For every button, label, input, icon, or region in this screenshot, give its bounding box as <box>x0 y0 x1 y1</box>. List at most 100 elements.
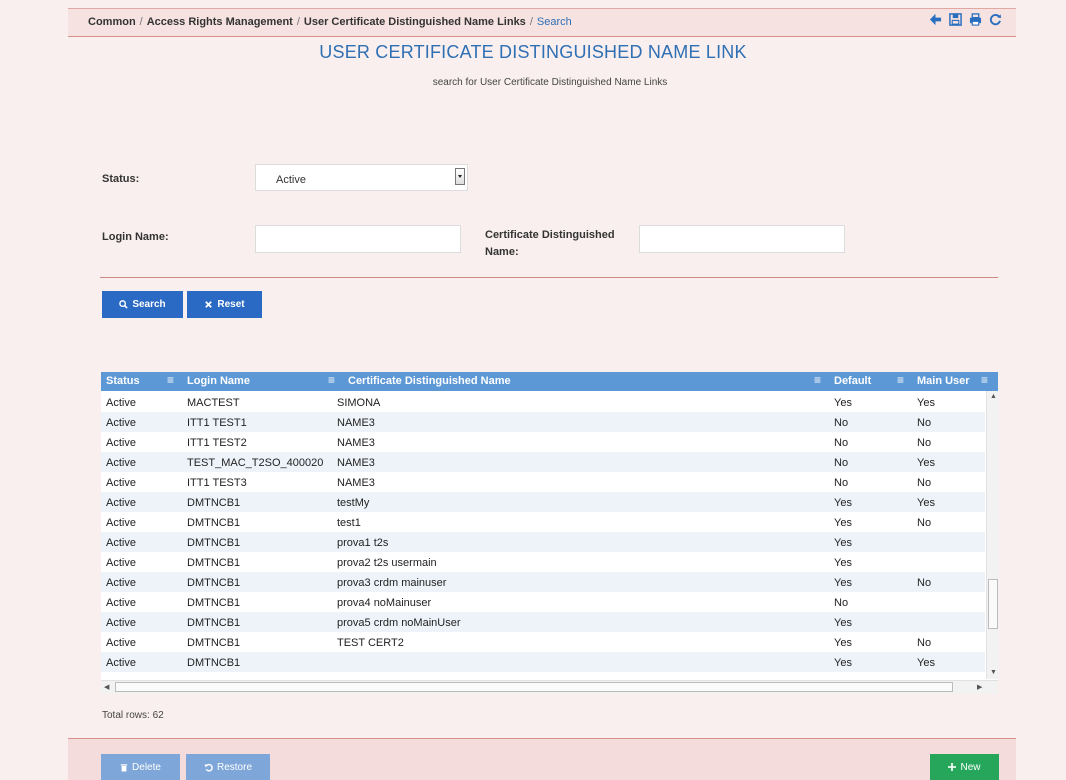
column-menu-icon[interactable]: ≡ <box>981 373 988 387</box>
status-select[interactable]: Active <box>255 164 468 191</box>
cell-status: Active <box>106 557 136 569</box>
table-row[interactable]: Active DMTNCB1 test1 Yes No <box>101 512 985 532</box>
cert-dn-input[interactable] <box>639 225 845 253</box>
cell-main-user: No <box>917 517 932 529</box>
table-row[interactable]: Active DMTNCB1 TEST CERT2 Yes No <box>101 632 985 652</box>
cell-main-user: No <box>917 577 932 589</box>
column-header-main-user[interactable]: Main User <box>917 375 970 387</box>
cell-main-user: Yes <box>917 457 935 469</box>
results-table: Status ≡ Login Name ≡ Certificate Distin… <box>101 372 998 693</box>
table-row[interactable]: Active ITT1 TEST2 NAME3 No No <box>101 432 985 452</box>
table-row[interactable]: Active TEST_MAC_T2SO_400020 NAME3 No Yes <box>101 452 985 472</box>
total-rows: Total rows: 62 <box>102 710 164 721</box>
cell-status: Active <box>106 397 136 409</box>
search-button[interactable]: Search <box>102 291 183 318</box>
table-row[interactable]: Active DMTNCB1 prova5 crdm noMainUser Yes <box>101 612 985 632</box>
cell-default: Yes <box>834 517 852 529</box>
cert-dn-label-line1: Certificate Distinguished <box>485 229 615 241</box>
cell-default: Yes <box>834 657 852 669</box>
breadcrumb-item-user-cert-links[interactable]: User Certificate Distinguished Name Link… <box>304 16 526 28</box>
table-row[interactable]: Active DMTNCB1 Yes Yes <box>101 652 985 672</box>
vertical-scroll-thumb[interactable] <box>988 579 998 629</box>
column-header-default[interactable]: Default <box>834 375 871 387</box>
table-row[interactable]: Active MACTEST SIMONA Yes Yes <box>101 392 985 412</box>
column-header-status[interactable]: Status <box>106 375 140 387</box>
breadcrumb-item-common[interactable]: Common <box>88 16 136 28</box>
cell-login-name: DMTNCB1 <box>187 617 241 629</box>
cell-status: Active <box>106 657 136 669</box>
toolbar-icons <box>928 13 1002 29</box>
top-bar: Common / Access Rights Management / User Cer… <box>68 8 1016 37</box>
cell-login-name: DMTNCB1 <box>187 597 241 609</box>
horizontal-scroll-thumb[interactable] <box>115 682 953 692</box>
breadcrumb-item-access-rights[interactable]: Access Rights Management <box>147 16 293 28</box>
cell-status: Active <box>106 537 136 549</box>
cell-default: No <box>834 457 849 469</box>
chevron-down-icon[interactable] <box>455 168 465 185</box>
cell-default: Yes <box>834 497 852 509</box>
restore-button-label: Restore <box>216 761 252 773</box>
cell-login-name: ITT1 TEST3 <box>187 477 247 489</box>
cell-cert-dn: testMy <box>337 497 370 509</box>
cell-main-user: No <box>917 477 932 489</box>
vertical-scrollbar[interactable]: ▲ ▼ <box>986 391 999 679</box>
cell-main-user: No <box>917 637 932 649</box>
save-icon[interactable] <box>948 13 962 29</box>
refresh-icon[interactable] <box>988 13 1002 29</box>
cell-login-name: DMTNCB1 <box>187 577 241 589</box>
cell-cert-dn: prova2 t2s usermain <box>337 557 437 569</box>
cell-default: No <box>834 437 849 449</box>
table-row[interactable]: Active ITT1 TEST1 NAME3 No No <box>101 412 985 432</box>
table-row[interactable]: Active ITT1 TEST3 NAME3 No No <box>101 472 985 492</box>
cell-default: No <box>834 597 849 609</box>
new-button[interactable]: New <box>930 754 999 780</box>
login-name-label: Login Name: <box>102 231 169 243</box>
cell-cert-dn: NAME3 <box>337 437 375 449</box>
column-menu-icon[interactable]: ≡ <box>328 373 335 387</box>
status-select-value: Active <box>276 174 306 186</box>
cell-main-user: No <box>917 437 932 449</box>
restore-button[interactable]: Restore <box>186 754 270 780</box>
table-row[interactable]: Active DMTNCB1 prova4 noMainuser No <box>101 592 985 612</box>
scroll-right-icon[interactable]: ▶ <box>977 683 982 691</box>
cert-dn-label-line2: Name: <box>485 246 519 258</box>
divider <box>100 277 998 278</box>
cell-status: Active <box>106 457 136 469</box>
login-name-input[interactable] <box>255 225 461 253</box>
cell-login-name: DMTNCB1 <box>187 517 241 529</box>
table-row[interactable]: Active DMTNCB1 prova3 crdm mainuser Yes No <box>101 572 985 592</box>
cell-status: Active <box>106 497 136 509</box>
cell-login-name: ITT1 TEST1 <box>187 417 247 429</box>
cell-default: Yes <box>834 617 852 629</box>
trash-icon <box>120 763 128 771</box>
scroll-up-icon[interactable]: ▲ <box>990 393 997 400</box>
table-row[interactable]: Active DMTNCB1 prova2 t2s usermain Yes <box>101 552 985 572</box>
cell-cert-dn: prova1 t2s <box>337 537 389 549</box>
column-menu-icon[interactable]: ≡ <box>814 373 821 387</box>
scroll-down-icon[interactable]: ▼ <box>990 669 997 676</box>
cell-login-name: DMTNCB1 <box>187 557 241 569</box>
reset-button[interactable]: Reset <box>187 291 262 318</box>
column-header-login-name[interactable]: Login Name <box>187 375 250 387</box>
plus-icon <box>948 763 957 771</box>
print-icon[interactable] <box>968 13 982 29</box>
cell-cert-dn: prova4 noMainuser <box>337 597 432 609</box>
delete-button[interactable]: Delete <box>101 754 180 780</box>
cell-main-user: Yes <box>917 497 935 509</box>
cell-login-name: MACTEST <box>187 397 240 409</box>
cell-default: Yes <box>834 637 852 649</box>
table-row[interactable]: Active DMTNCB1 testMy Yes Yes <box>101 492 985 512</box>
scroll-left-icon[interactable]: ◀ <box>104 683 109 691</box>
cell-default: Yes <box>834 557 852 569</box>
column-menu-icon[interactable]: ≡ <box>897 373 904 387</box>
column-menu-icon[interactable]: ≡ <box>167 373 174 387</box>
cell-status: Active <box>106 617 136 629</box>
table-row[interactable]: Active DMTNCB1 prova1 t2s Yes <box>101 532 985 552</box>
cell-login-name: DMTNCB1 <box>187 537 241 549</box>
column-header-cert-dn[interactable]: Certificate Distinguished Name <box>348 375 511 387</box>
horizontal-scrollbar[interactable]: ◀ ▶ <box>101 680 998 694</box>
back-arrow-icon[interactable] <box>928 13 942 29</box>
cell-cert-dn: NAME3 <box>337 477 375 489</box>
cell-cert-dn: prova5 crdm noMainUser <box>337 617 461 629</box>
cell-login-name: TEST_MAC_T2SO_400020 <box>187 457 324 469</box>
